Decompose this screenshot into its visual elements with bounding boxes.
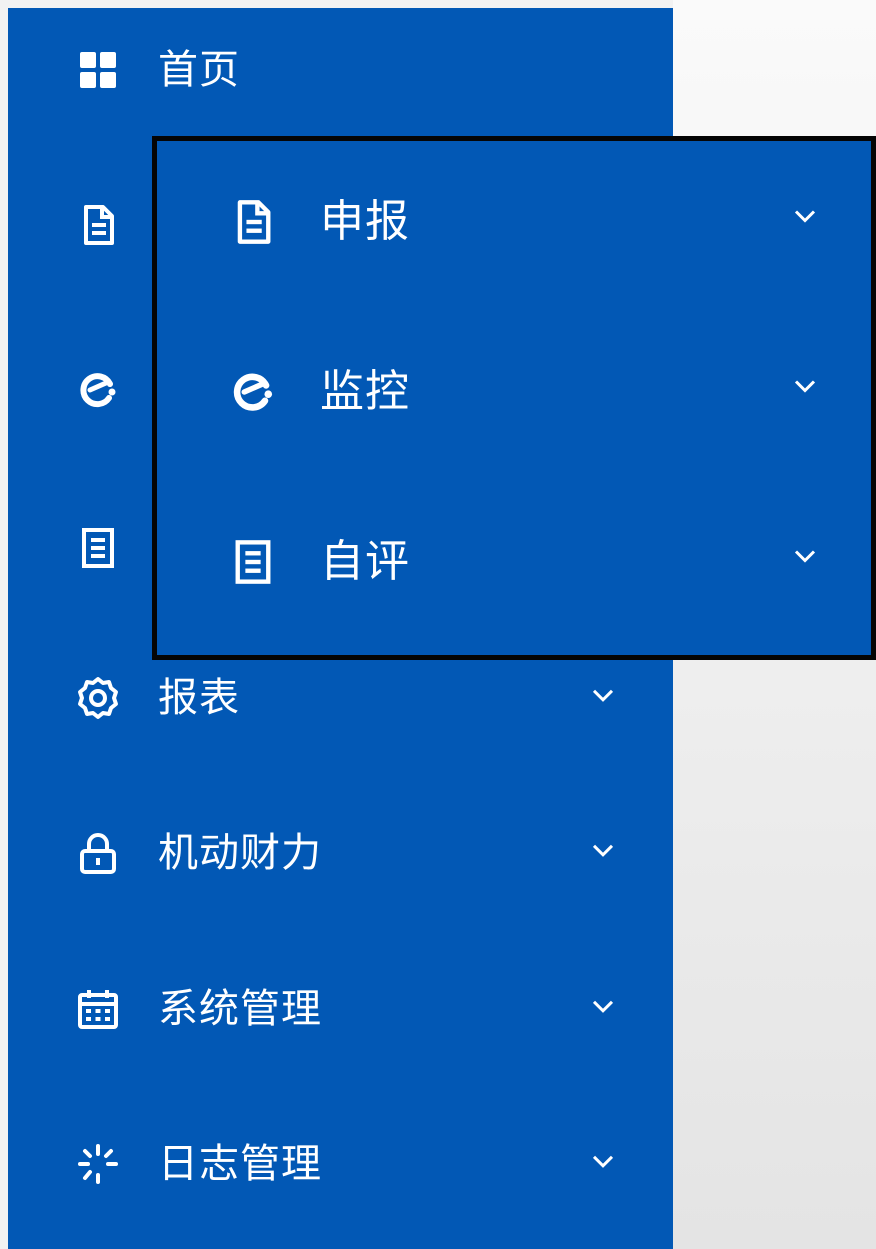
sidebar-item-label: 系统管理 bbox=[158, 986, 322, 1032]
lock-icon bbox=[76, 831, 120, 875]
sidebar-item-reports[interactable]: 报表 bbox=[8, 658, 673, 738]
gear-icon bbox=[76, 676, 120, 720]
popup-item-declare[interactable]: 申报 bbox=[157, 177, 876, 267]
popup-item-label: 自评 bbox=[320, 536, 410, 587]
chevron-down-icon bbox=[588, 996, 618, 1018]
chevron-down-icon bbox=[588, 1151, 618, 1173]
loading-icon bbox=[76, 1142, 120, 1186]
notes-icon bbox=[229, 538, 277, 586]
sidebar-item-system-management[interactable]: 系统管理 bbox=[8, 969, 673, 1049]
sidebar-item-label: 报表 bbox=[158, 675, 240, 721]
notes-icon bbox=[76, 526, 120, 570]
submenu-popup: 申报 监控 自评 bbox=[152, 136, 876, 660]
monitor-gauge-icon bbox=[229, 368, 277, 416]
sidebar-item-log-management[interactable]: 日志管理 bbox=[8, 1124, 673, 1204]
calendar-icon bbox=[76, 987, 120, 1031]
sidebar-item-label: 机动财力 bbox=[158, 830, 322, 876]
sidebar-item-label: 首页 bbox=[158, 47, 240, 93]
sidebar-item-label: 日志管理 bbox=[158, 1141, 322, 1187]
sidebar-item-home[interactable]: 首页 bbox=[8, 30, 673, 110]
monitor-gauge-icon bbox=[76, 368, 120, 412]
sidebar-item-mobile-finance[interactable]: 机动财力 bbox=[8, 813, 673, 893]
chevron-down-icon bbox=[588, 685, 618, 707]
grid-icon bbox=[76, 48, 120, 92]
chevron-down-icon bbox=[588, 840, 618, 862]
chevron-down-icon bbox=[790, 376, 820, 398]
document-icon bbox=[229, 198, 277, 246]
popup-item-self-eval[interactable]: 自评 bbox=[157, 517, 876, 607]
chevron-down-icon bbox=[790, 206, 820, 228]
popup-item-label: 监控 bbox=[320, 366, 410, 417]
popup-item-monitor[interactable]: 监控 bbox=[157, 347, 876, 437]
document-icon bbox=[76, 203, 120, 247]
popup-item-label: 申报 bbox=[320, 196, 410, 247]
chevron-down-icon bbox=[790, 546, 820, 568]
